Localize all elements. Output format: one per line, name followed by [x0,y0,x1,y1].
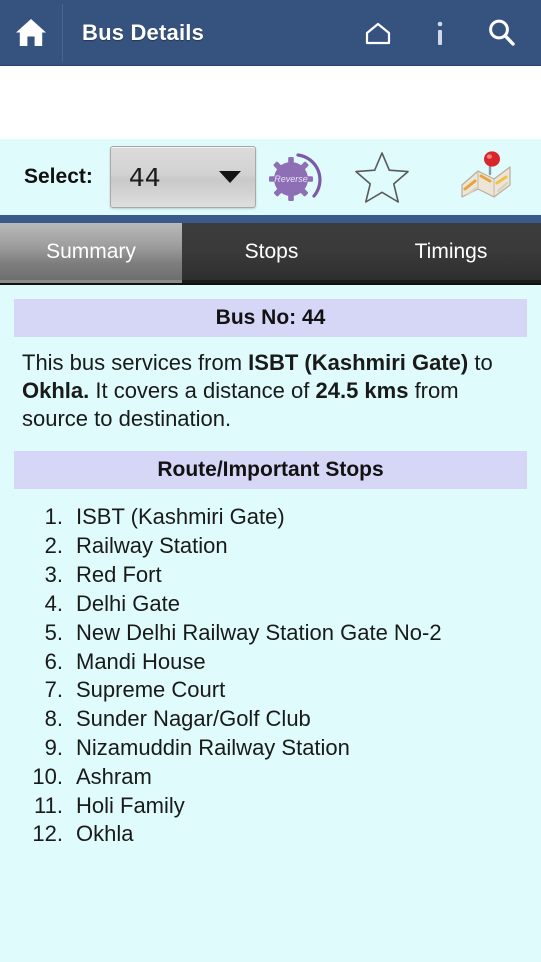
stop-number: 10. [32,763,63,789]
content-gap [0,66,541,139]
stop-name: Mandi House [76,648,206,674]
list-item[interactable]: 9. Nizamuddin Railway Station [0,734,541,763]
header-divider [62,3,63,62]
search-icon [489,19,515,46]
stop-name: Supreme Court [76,677,226,703]
tab-stops[interactable]: Stops [182,223,361,283]
stop-name: New Delhi Railway Station Gate No-2 [76,619,442,645]
favorite-button[interactable] [334,149,430,205]
desc-destination: Okhla. [22,378,90,404]
tab-bar: Summary Stops Timings [0,223,541,285]
map-pin-icon [461,151,511,198]
stop-number: 12. [32,821,63,847]
star-icon [355,152,409,203]
stop-name: Railway Station [76,533,228,559]
list-item[interactable]: 10. Ashram [0,763,541,792]
house-outline-icon [365,22,391,44]
page-title: Bus Details [82,19,205,45]
list-item[interactable]: 3. Red Fort [0,561,541,590]
stop-number: 4. [44,590,63,616]
bus-description: This bus services from ISBT (Kashmiri Ga… [22,349,523,433]
desc-part3: It covers a distance of [89,378,316,404]
home-icon [16,18,46,46]
stop-name: ISBT (Kashmiri Gate) [76,504,285,530]
bus-number-spinner[interactable]: 44 [109,146,256,208]
list-item[interactable]: 11. Holi Family [0,792,541,821]
stop-number: 1. [44,504,63,530]
select-bar: Select: 44 Reverse [0,139,541,215]
tab-summary[interactable]: Summary [0,223,182,283]
summary-panel: Bus No: 44 This bus services from ISBT (… [0,285,541,962]
tab-timings[interactable]: Timings [361,223,541,283]
stop-number: 2. [44,533,63,559]
accent-strip [0,215,541,223]
search-button[interactable] [471,0,533,66]
list-item[interactable]: 8. Sunder Nagar/Golf Club [0,705,541,734]
list-item[interactable]: 12. Okhla [0,820,541,849]
stop-name: Ashram [76,763,152,789]
home-button[interactable] [0,0,62,66]
stop-name: Nizamuddin Railway Station [76,734,350,760]
desc-distance: 24.5 kms [315,378,409,404]
reverse-button[interactable]: Reverse [256,148,334,206]
info-icon [437,21,443,45]
stop-name: Sunder Nagar/Golf Club [76,706,311,732]
house-outline-button[interactable] [347,0,409,66]
stop-number: 8. [44,706,63,732]
info-button[interactable] [409,0,471,66]
bus-number-header: Bus No: 44 [14,299,527,337]
stop-name: Holi Family [76,792,185,818]
stop-list: 1. ISBT (Kashmiri Gate) 2. Railway Stati… [0,503,541,849]
list-item[interactable]: 2. Railway Station [0,532,541,561]
tab-timings-label: Timings [414,239,488,263]
list-item[interactable]: 6. Mandi House [0,648,541,677]
tab-summary-label: Summary [46,239,136,263]
stop-number: 7. [44,677,63,703]
list-item[interactable]: 4. Delhi Gate [0,590,541,619]
stop-number: 9. [44,734,63,760]
list-item[interactable]: 1. ISBT (Kashmiri Gate) [0,503,541,532]
chevron-down-icon [218,171,241,183]
stop-name: Delhi Gate [76,590,180,616]
map-button[interactable] [447,149,525,205]
desc-part1: This bus services from [22,350,249,375]
route-header: Route/Important Stops [14,451,527,490]
select-label: Select: [24,165,93,188]
list-item[interactable]: 5. New Delhi Railway Station Gate No-2 [0,619,541,648]
stop-number: 3. [44,562,63,588]
action-bar: Bus Details [0,0,541,66]
spinner-value: 44 [128,162,161,192]
stop-number: 6. [44,648,63,674]
reverse-icon: Reverse [268,153,322,201]
desc-part2: to [468,350,493,375]
list-item[interactable]: 7. Supreme Court [0,676,541,705]
stop-name: Red Fort [76,562,162,588]
stop-number: 5. [44,619,63,645]
reverse-icon-label: Reverse [274,174,308,184]
app-root: Bus Details Select: 44 Reverse Summary S… [0,0,541,962]
desc-origin: ISBT (Kashmiri Gate) [248,350,469,375]
tab-stops-label: Stops [244,239,299,263]
stop-name: Okhla [76,821,134,847]
stop-number: 11. [34,792,63,818]
